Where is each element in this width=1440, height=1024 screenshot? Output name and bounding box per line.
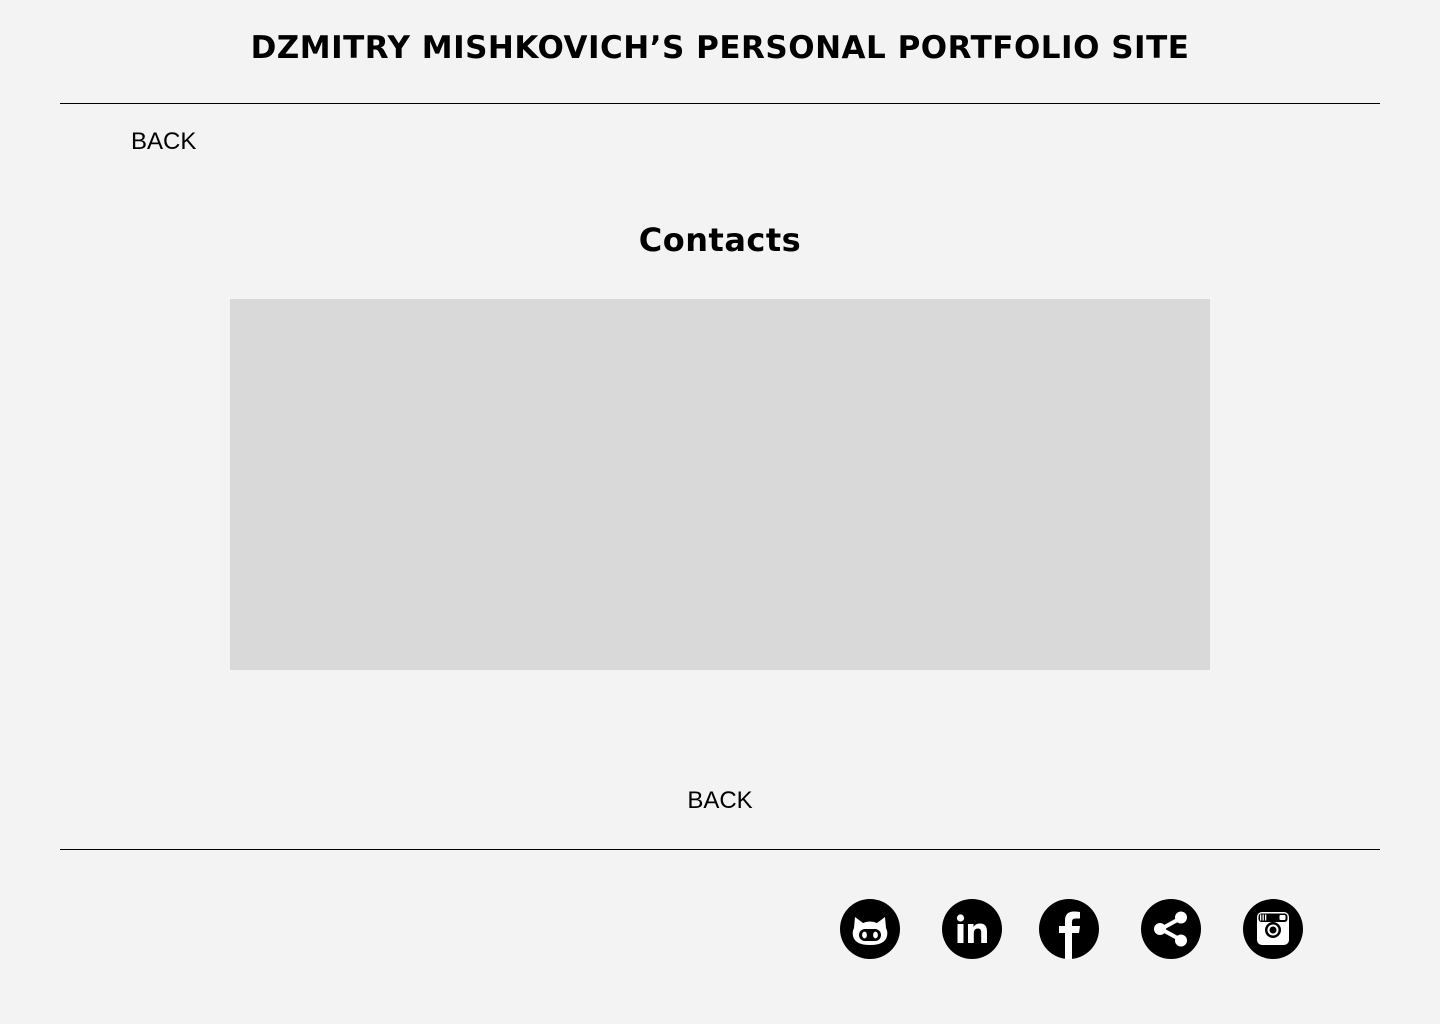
site-title: DZMITRY MISHKOVICH’S PERSONAL PORTFOLIO … — [250, 30, 1190, 66]
share-link[interactable] — [1141, 899, 1201, 959]
page-title: Contacts — [638, 221, 802, 259]
header-divider — [60, 103, 1380, 104]
content-placeholder — [230, 299, 1210, 670]
back-link-bottom[interactable]: BACK — [687, 787, 752, 814]
linkedin-link[interactable] — [942, 899, 1002, 959]
instagram-icon — [1257, 912, 1289, 945]
instagram-link[interactable] — [1243, 899, 1303, 959]
footer-divider — [60, 849, 1380, 850]
github-link[interactable] — [840, 899, 900, 959]
back-link-bottom-row: BACK — [0, 787, 1440, 815]
facebook-icon — [1059, 911, 1080, 959]
linkedin-icon — [956, 914, 987, 943]
github-icon — [852, 917, 888, 945]
facebook-link[interactable] — [1039, 899, 1099, 959]
share-icon — [1154, 911, 1187, 947]
back-link-top[interactable]: BACK — [131, 128, 196, 156]
